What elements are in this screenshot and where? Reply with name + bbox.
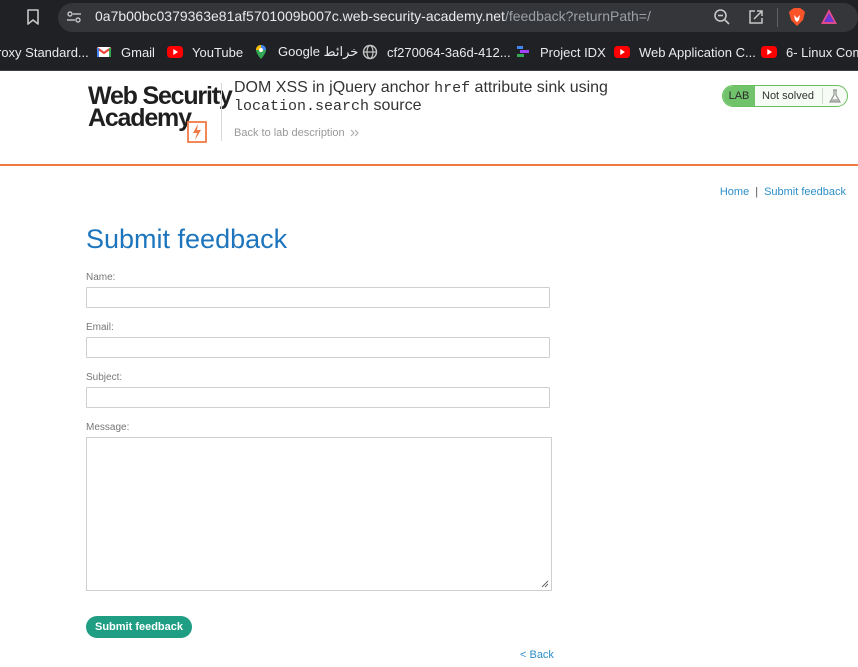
- back-to-lab-description-link[interactable]: Back to lab description: [234, 127, 360, 139]
- bookmark-cf270064[interactable]: cf270064-3a6d-412...: [362, 43, 511, 61]
- zoom-out-icon[interactable]: [713, 8, 731, 26]
- nav-submit-feedback-link[interactable]: Submit feedback: [764, 186, 846, 198]
- bookmark-label: Web Application C...: [639, 44, 756, 60]
- bookmark-label: cf270064-3a6d-412...: [387, 44, 511, 60]
- bookmark-label: Gmail: [121, 44, 155, 60]
- top-nav: Home | Submit feedback: [720, 186, 846, 198]
- subject-input[interactable]: [86, 387, 550, 408]
- name-label: Name:: [86, 272, 116, 283]
- nav-home-link[interactable]: Home: [720, 186, 749, 198]
- back-link[interactable]: < Back: [520, 649, 554, 661]
- lab-title-code: location.search: [234, 98, 370, 115]
- name-input[interactable]: [86, 287, 550, 308]
- lab-title-text: source: [369, 97, 422, 114]
- url-domain: 0a7b00bc0379363e81af5701009b007c.web-sec…: [95, 8, 505, 24]
- flask-icon: [822, 88, 841, 104]
- share-icon[interactable]: [747, 8, 765, 26]
- lab-title-text: DOM XSS in jQuery anchor: [234, 79, 435, 96]
- message-label: Message:: [86, 422, 130, 433]
- logo-text-line2: Academy: [88, 104, 192, 132]
- url-path: /feedback?returnPath=/: [504, 8, 651, 24]
- bookmark-youtube[interactable]: YouTube: [167, 43, 243, 61]
- submit-feedback-button[interactable]: Submit feedback: [86, 616, 192, 638]
- lab-title: DOM XSS in jQuery anchor href attribute …: [234, 79, 608, 115]
- google-maps-icon: [256, 45, 266, 59]
- youtube-icon: [761, 46, 777, 58]
- browser-toolbar: 0a7b00bc0379363e81af5701009b007c.web-sec…: [0, 0, 858, 35]
- nav-separator: |: [755, 186, 759, 198]
- page-title: Submit feedback: [86, 224, 288, 254]
- message-textarea[interactable]: [86, 437, 552, 591]
- bookmark-label: Project IDX: [540, 44, 606, 60]
- lab-badge: LAB: [723, 86, 755, 106]
- back-to-lab-description-label: Back to lab description: [234, 127, 345, 139]
- email-label: Email:: [86, 322, 114, 333]
- site-settings-icon[interactable]: [66, 9, 82, 25]
- double-chevron-right-icon: [350, 129, 359, 137]
- brave-shields-icon[interactable]: [788, 7, 806, 27]
- url-text[interactable]: 0a7b00bc0379363e81af5701009b007c.web-sec…: [95, 8, 651, 24]
- web-security-academy-logo[interactable]: Web Security Academy: [88, 83, 233, 143]
- youtube-icon: [614, 46, 630, 58]
- gmail-icon: [96, 47, 112, 57]
- lightning-icon: [187, 121, 207, 143]
- bookmark-linux-commands[interactable]: 6- Linux Comm: [761, 43, 858, 61]
- bookmark-gmail[interactable]: Gmail: [96, 43, 155, 61]
- lab-title-text: attribute sink using: [470, 79, 608, 96]
- bookmark-label: roxy Standard...: [0, 44, 89, 60]
- bookmark-icon[interactable]: [26, 9, 40, 25]
- subject-label: Subject:: [86, 372, 123, 383]
- header-accent-rule: [0, 164, 858, 166]
- youtube-icon: [167, 46, 183, 58]
- bookmark-web-application[interactable]: Web Application C...: [614, 43, 756, 61]
- bookmark-label: 6- Linux Comm: [786, 44, 858, 60]
- bookmark-project-idx[interactable]: Project IDX: [515, 43, 606, 61]
- bookmark-label: YouTube: [192, 44, 244, 60]
- lab-status-text: Not solved: [762, 90, 814, 102]
- lab-status-widget: LAB Not solved: [722, 85, 848, 107]
- bookmark-proxy-standard[interactable]: roxy Standard...: [0, 43, 89, 61]
- lab-title-code: href: [434, 80, 471, 97]
- lab-header: Web Security Academy DOM XSS in jQuery a…: [0, 71, 858, 164]
- bookmark-label: Google خرائط: [278, 44, 359, 59]
- bookmark-google-maps[interactable]: Google خرائط: [253, 43, 358, 61]
- globe-icon: [362, 44, 378, 60]
- project-idx-icon: [517, 46, 529, 57]
- bookmarks-bar: roxy Standard... Gmail YouTube Google خر…: [0, 35, 858, 71]
- brave-rewards-icon[interactable]: [820, 8, 838, 26]
- email-input[interactable]: [86, 337, 550, 358]
- resize-grip-icon[interactable]: [541, 580, 549, 588]
- toolbar-separator: [777, 8, 778, 27]
- header-divider: [221, 83, 222, 141]
